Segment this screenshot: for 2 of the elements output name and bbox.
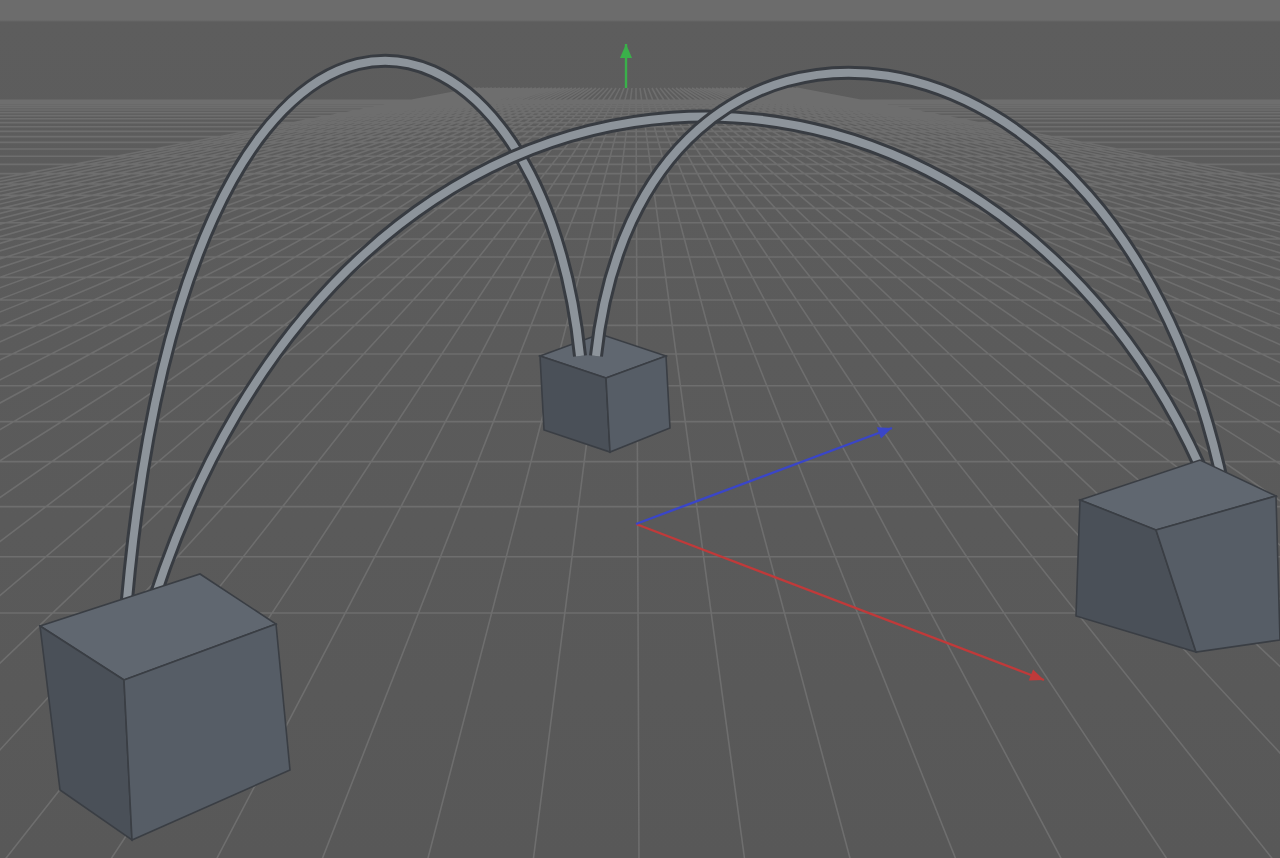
y-axis-arrow: [620, 44, 632, 88]
cube: [537, 333, 671, 454]
